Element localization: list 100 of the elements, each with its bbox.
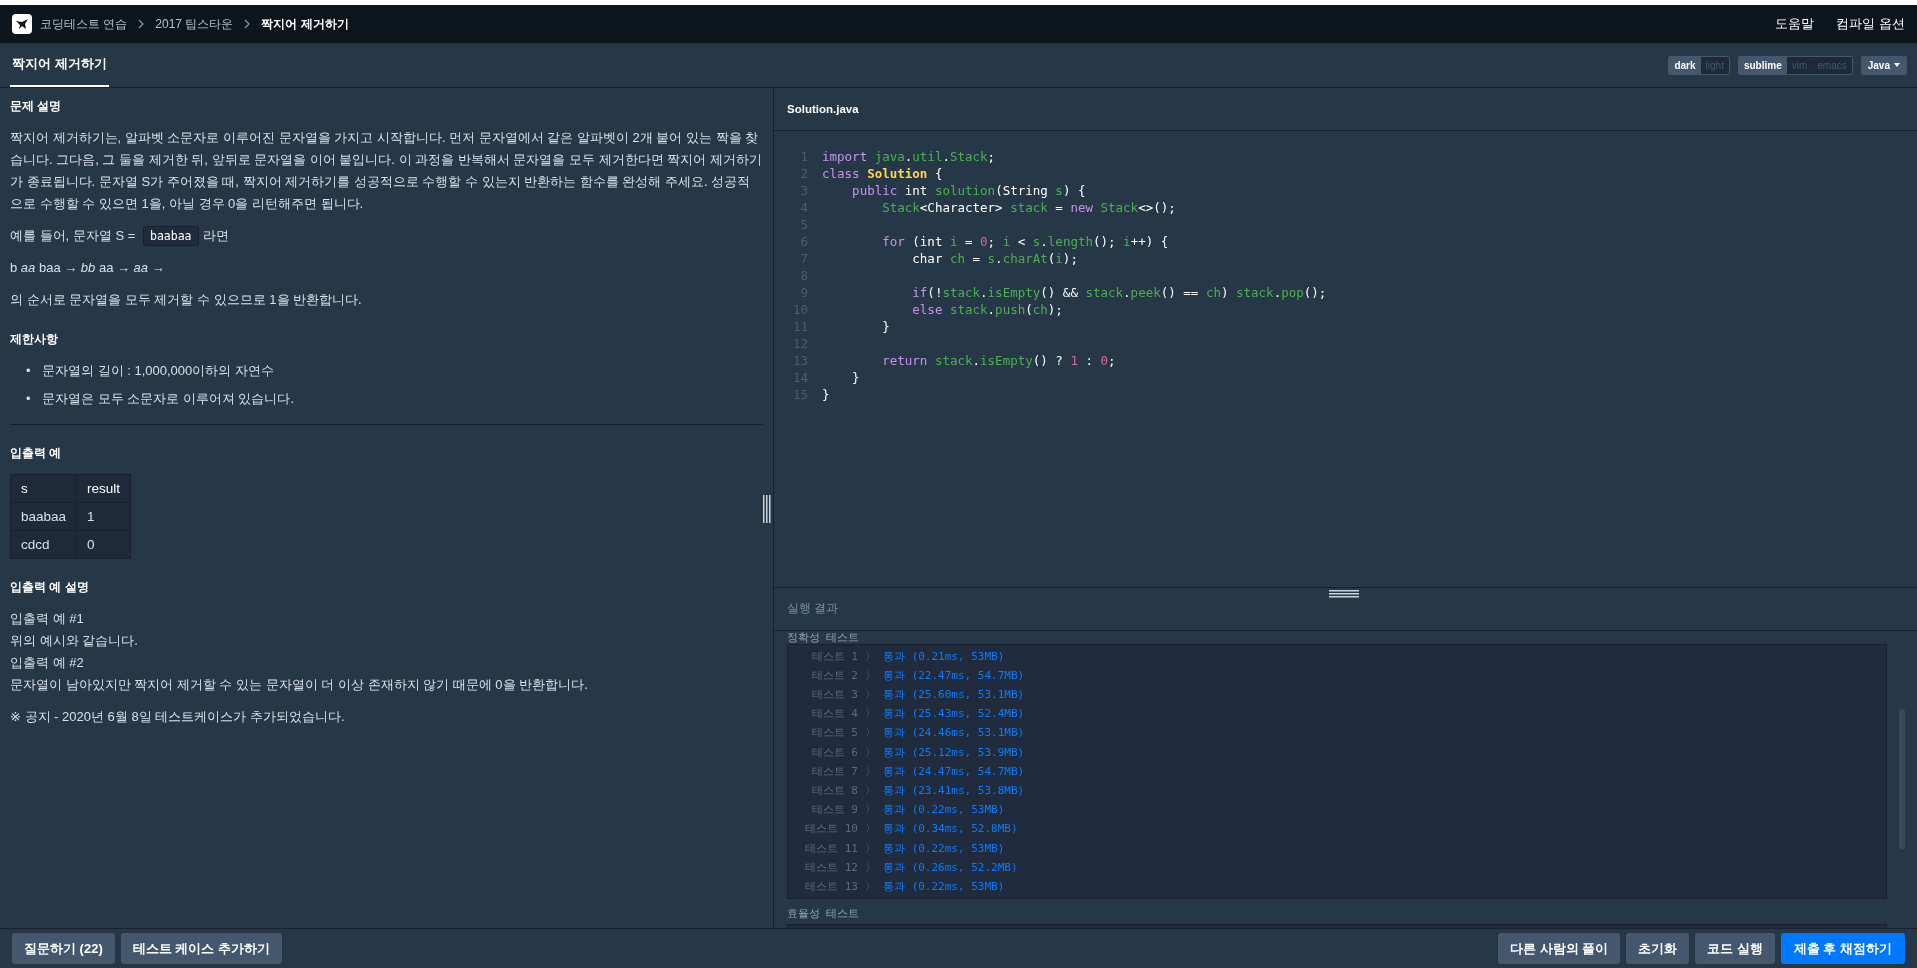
test-name: 테스트 12 <box>804 859 858 875</box>
test-name: 테스트 5 <box>810 725 858 741</box>
keymap-option[interactable]: sublime <box>1738 56 1787 74</box>
table-cell: 1 <box>76 502 131 531</box>
submit-button[interactable]: 제출 후 채점하기 <box>1780 933 1905 964</box>
separator-glyph: 〉 <box>865 802 876 818</box>
test-result: 통과 (25.12ms, 53.9MB) <box>883 744 1025 760</box>
list-item: 문자열의 길이 : 1,000,000이하의 자연수 <box>42 362 274 380</box>
test-name: 테스트 11 <box>804 840 858 856</box>
table-header: s <box>10 474 77 503</box>
test-result: 통과 (0.22ms, 53MB) <box>883 840 1005 856</box>
code-line: } <box>851 368 860 386</box>
paragraph: ※ 공지 - 2020년 6월 8일 테스트케이스가 추가되었습니다. <box>10 708 346 726</box>
group-label: 효율성 테스트 <box>786 907 861 920</box>
test-result: 통과 (0.26ms, 52.2MB) <box>883 859 1018 875</box>
results-title: 실행 결과 <box>787 601 839 617</box>
footer-button[interactable]: 질문하기 (22) <box>12 933 115 964</box>
code-line: } <box>881 317 890 335</box>
group-label: 정확성 테스트 <box>786 630 861 644</box>
breadcrumb-link[interactable]: 짝지어 제거하기 <box>261 15 349 33</box>
section-title: 입출력 예 <box>10 445 63 462</box>
test-name: 테스트 2 <box>810 667 858 683</box>
code-line: if(!stack.isEmpty() && stack.peek() == ch) stack.pop(); <box>911 283 1327 301</box>
test-result: 통과 (0.34ms, 52.8MB) <box>883 821 1018 837</box>
paragraph: 예를 들어, 문자열 S = <box>10 228 136 243</box>
logo-icon[interactable] <box>12 14 32 34</box>
test-name: 테스트 7 <box>810 763 858 779</box>
code-line: class Solution { <box>822 164 943 182</box>
test-result: 통과 (22.47ms, 54.7MB) <box>883 667 1025 683</box>
footer-button[interactable]: 다른 사람의 풀이 <box>1497 933 1621 964</box>
problem-tab[interactable]: 짝지어 제거하기 <box>10 43 109 87</box>
separator-glyph: 〉 <box>865 859 876 875</box>
section-title: 제한사항 <box>10 331 59 348</box>
separator-glyph: 〉 <box>865 783 876 798</box>
separator-glyph: 〉 <box>865 648 876 664</box>
theme-option[interactable]: dark <box>1669 56 1701 74</box>
nav-link[interactable]: 컴파일 옵션 <box>1836 15 1905 33</box>
table-cell: cdcd <box>10 530 77 559</box>
bullet-glyph: • <box>26 362 32 380</box>
section-title: 입출력 예 설명 <box>10 579 90 596</box>
code-line: for (int i = 0; i < s.length(); i++) { <box>881 232 1169 250</box>
text-line: 위의 예시와 같습니다. <box>10 632 139 650</box>
text-line: 입출력 예 #2 <box>10 654 85 672</box>
test-result: 통과 (25.60ms, 53.1MB) <box>883 687 1025 703</box>
resize-handle-icon[interactable] <box>763 495 771 523</box>
test-result: 통과 (24.46ms, 53.1MB) <box>883 725 1025 741</box>
paragraph: 라면 <box>202 228 229 243</box>
test-result: 통과 (0.22ms, 53MB) <box>883 802 1005 818</box>
test-result: 통과 (0.22ms, 53MB) <box>883 878 1005 894</box>
separator-glyph: 〉 <box>865 687 876 703</box>
breadcrumb-link[interactable]: 코딩테스트 연습 <box>40 15 128 33</box>
paragraph: 짝지어 제거하기는, 알파벳 소문자로 이루어진 문자열을 가지고 시작합니다. 먼저 문자열에서 같은 알파벳이 2개 붙어 있는 짝을 찾습니다. 그다음, 그 둘을 제거한 뒤, 앞뒤로 문자열을 이어 붙입니다. 이 과정을 반복해서 문자열을 모두 제거한다면 짝지어 제거하기가 종료됩니다. 문자열 S가 주어졌을 때, 짝지어 제거하기를 성공적으로 수행할 수 있는지 반환하는 함수를 완성해 주세요. 성공적으로 수행할 수 있으면 1을, 아닐 경우 0을 리턴해주면 됩니다. <box>10 129 763 213</box>
chevron-icon <box>137 19 146 29</box>
footer-button[interactable]: 테스트 케이스 추가하기 <box>120 933 282 964</box>
test-name: 테스트 10 <box>804 821 858 837</box>
separator-glyph: 〉 <box>865 821 876 837</box>
separator-glyph: 〉 <box>865 744 876 760</box>
section-title: 문제 설명 <box>10 98 63 115</box>
footer-button[interactable]: 초기화 <box>1626 933 1690 964</box>
table-cell: baabaa <box>10 502 77 531</box>
separator-glyph: 〉 <box>865 763 876 779</box>
separator-glyph: 〉 <box>865 840 876 856</box>
bullet-glyph: • <box>26 390 32 408</box>
code-line: Stack<Character> stack = new Stack<>(); <box>881 198 1176 216</box>
caret-icon <box>1894 63 1900 67</box>
code-line: public int solution(String s) { <box>851 181 1086 199</box>
chevron-icon <box>243 19 252 29</box>
test-name: 테스트 4 <box>810 706 858 722</box>
test-result: 통과 (25.43ms, 52.4MB) <box>883 706 1025 722</box>
test-result: 통과 (24.47ms, 54.7MB) <box>883 763 1025 779</box>
file-tab[interactable]: Solution.java <box>787 102 859 115</box>
text-line: 입출력 예 #1 <box>10 610 85 628</box>
language-dropdown[interactable]: Java <box>1860 55 1907 75</box>
table-cell: 0 <box>76 530 131 559</box>
breadcrumb-link[interactable]: 2017 팁스타운 <box>155 15 234 33</box>
inline-code: baabaa <box>142 226 199 246</box>
code-line: else stack.push(ch); <box>911 300 1063 318</box>
test-name: 테스트 3 <box>810 687 858 703</box>
nav-link[interactable]: 도움말 <box>1775 15 1815 33</box>
separator-glyph: 〉 <box>865 706 876 722</box>
code-line: char ch = s.charAt(i); <box>911 249 1078 267</box>
test-name: 테스트 9 <box>810 802 858 818</box>
separator-glyph: 〉 <box>865 725 876 741</box>
code-line: } <box>822 385 830 403</box>
resize-handle-icon[interactable] <box>1329 589 1359 598</box>
paragraph: baa baa → bb aa → aa → <box>10 259 166 277</box>
footer-button[interactable]: 코드 실행 <box>1695 933 1775 964</box>
paragraph: 의 순서로 문자열을 모두 제거할 수 있으므로 1을 반환합니다. <box>10 291 363 309</box>
test-name: 테스트 1 <box>810 648 858 664</box>
table-header: result <box>76 474 131 503</box>
text-line: 문자열이 남아있지만 짝지어 제거할 수 있는 문자열이 더 이상 존재하지 않기 때문에 0을 반환합니다. <box>10 676 589 694</box>
test-name: 테스트 8 <box>810 783 858 798</box>
separator-glyph: 〉 <box>865 667 876 683</box>
list-item: 문자열은 모두 소문자로 이루어져 있습니다. <box>42 390 295 408</box>
code-line: import java.util.Stack; <box>822 147 996 165</box>
test-result: 통과 (23.41ms, 53.8MB) <box>883 783 1025 798</box>
test-name: 테스트 13 <box>804 878 858 894</box>
code-line: return stack.isEmpty() ? 1 : 0; <box>881 351 1116 369</box>
test-result: 통과 (0.21ms, 53MB) <box>883 648 1005 664</box>
separator-glyph: 〉 <box>865 878 876 894</box>
